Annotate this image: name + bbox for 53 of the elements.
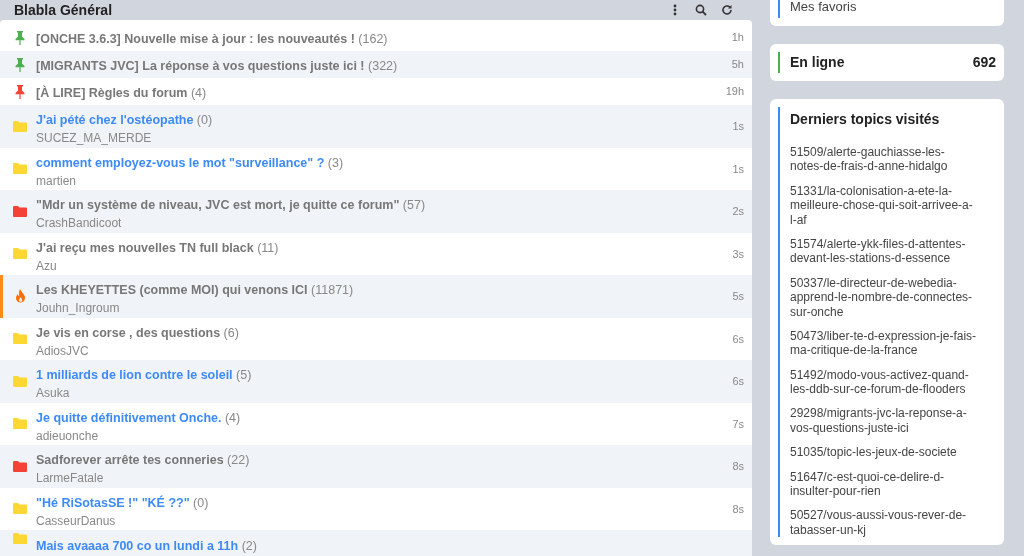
topic-link[interactable]: [ONCHE 3.6.3] Nouvelle mise à jour : les nouveautés ! (162) [36, 31, 388, 46]
recent-topic-link[interactable]: 50527/vous-aussi-vous-rever-de-tabasser-un-kj [790, 508, 996, 538]
topic-time: 1s [732, 119, 744, 134]
forum-title: Blabla Général [14, 0, 113, 20]
topic-author: CasseurDanus [36, 513, 117, 528]
favorites-title: Mes favoris [790, 0, 857, 14]
recent-topic-link[interactable]: 51035/topic-les-jeux-de-societe [790, 445, 996, 460]
recent-topic-link[interactable]: 29298/migrants-jvc-la-reponse-a-vos-questions-juste-ici [790, 406, 996, 436]
topic-author: SUCEZ_MA_MERDE [36, 131, 153, 146]
topic-time: 5s [732, 289, 744, 304]
topic-author: Azu [36, 258, 58, 273]
topic-time: 19h [725, 84, 744, 100]
topic-link[interactable]: "Mdr un système de niveau, JVC est mort, je quitte ce forum" (57) [36, 198, 426, 213]
recent-topic-link[interactable]: 51574/alerte-ykk-files-d-attentes-devant-les-stations-d-essence [790, 236, 996, 266]
topic-link[interactable]: [MIGRANTS JVC] La réponse à vos questions juste ici ! (322) [36, 58, 398, 73]
recent-topics-title: Derniers topics visités [790, 111, 940, 127]
topic-time: 1s [732, 161, 744, 177]
recent-topic-link[interactable]: 50337/le-directeur-de-webedia-apprend-le-nombre-de-connectes-sur-onche [790, 275, 996, 319]
topic-link[interactable]: 1 milliards de lion contre le soleil (5) [36, 368, 252, 383]
topic-link[interactable]: Sadforever arrête tes conneries (22) [36, 453, 250, 468]
recent-topic-link[interactable]: 50473/liber-te-d-expression-je-fais-ma-critique-de-la-france [790, 328, 996, 358]
topic-time: 5h [731, 57, 744, 73]
topic-time: 6s [732, 374, 744, 389]
topic-time: 2s [732, 204, 744, 219]
topic-author: AdiosJVC [36, 343, 90, 358]
topic-link[interactable]: Je vis en corse , des questions (6) [36, 325, 239, 340]
topic-author: adieuonche [36, 428, 100, 443]
topic-link[interactable]: Mais avaaaa 700 co un lundi a 11h (2) [36, 539, 257, 553]
topic-link[interactable]: [À LIRE] Règles du forum (4) [36, 85, 207, 100]
online-label: En ligne [790, 53, 845, 72]
recent-topic-link[interactable]: 51331/la-colonisation-a-ete-la-meilleure-chose-qui-soit-arrivee-a-l-af [790, 183, 996, 227]
recent-topic-link[interactable]: 51647/c-est-quoi-ce-delire-d-insulter-pour-rien [790, 469, 996, 499]
hot-topic-row[interactable]: Les KHEYETTES (comme MOI) qui venons ICI (11871) Jouhn_Ingroum 5s [0, 275, 752, 318]
topic-time: 7s [732, 416, 744, 432]
topic-link[interactable]: "Hé RiSotasSE !" "KÉ ??" (0) [36, 495, 209, 510]
recent-topic-link[interactable]: 51492/modo-vous-activez-quand-les-ddb-sur-ce-forum-de-flooders [790, 367, 996, 397]
topic-link[interactable]: Je quitte définitivement Onche. (4) [36, 410, 241, 425]
topic-time: 8s [732, 501, 744, 517]
topic-author: CrashBandicoot [36, 216, 123, 231]
topic-link[interactable]: J'ai pété chez l'ostéopathe (0) [36, 113, 213, 128]
topic-link[interactable]: Les KHEYETTES (comme MOI) qui venons ICI (11871) [36, 283, 354, 298]
recent-topic-link[interactable]: 51509/alerte-gauchiasse-les-notes-de-frais-d-anne-hidalgo [790, 145, 996, 174]
online-count: 692 [972, 53, 996, 72]
topic-time: 6s [732, 331, 744, 347]
topic-time: 3s [732, 246, 744, 262]
topic-link[interactable]: comment employez-vous le mot "surveillance" ? (3) [36, 155, 344, 170]
topic-author: Jouhn_Ingroum [36, 301, 121, 316]
topic-author: LarmeFatale [36, 471, 105, 486]
topic-author: martien [36, 173, 77, 188]
topic-time: 1h [731, 30, 744, 46]
topic-link[interactable]: J'ai reçu mes nouvelles TN full black (11) [36, 240, 279, 255]
topic-author: Asuka [36, 386, 71, 401]
topic-time: 8s [732, 459, 744, 474]
